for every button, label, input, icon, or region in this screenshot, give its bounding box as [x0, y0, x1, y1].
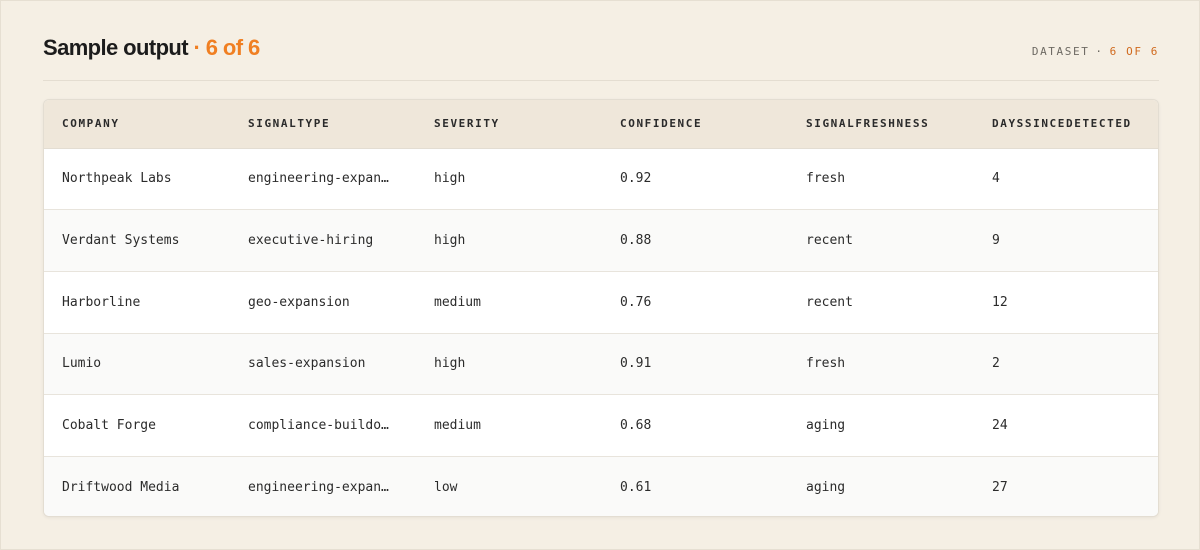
cell-signalfreshness: recent: [806, 294, 853, 310]
cell-dayssincedetected: 12: [992, 294, 1008, 310]
column-header-company: COMPANY: [62, 117, 120, 131]
cell-company: Verdant Systems: [62, 233, 180, 249]
cell-confidence: 0.91: [620, 356, 652, 372]
cell-severity: low: [434, 480, 458, 496]
cell-company: Northpeak Labs: [62, 171, 172, 187]
column-header-confidence: CONFIDENCE: [620, 117, 703, 131]
cell-signaltype: engineering-expan…: [248, 480, 389, 496]
cell-dayssincedetected: 4: [992, 171, 1000, 187]
table-row: Verdant Systems executive-hiring high 0.…: [44, 209, 1158, 272]
cell-signalfreshness: fresh: [806, 356, 846, 372]
cell-company: Driftwood Media: [62, 480, 180, 496]
table-row: Driftwood Media engineering-expan… low 0…: [44, 456, 1158, 516]
title-text: Sample output: [43, 35, 189, 60]
cell-severity: medium: [434, 294, 481, 310]
table-row: Lumio sales-expansion high 0.91 fresh 2: [44, 333, 1158, 395]
cell-confidence: 0.92: [620, 171, 652, 187]
data-table-card: COMPANY SIGNALTYPE SEVERITY CONFIDENCE S…: [43, 99, 1159, 517]
cell-signalfreshness: recent: [806, 233, 853, 249]
title-count: 6 of 6: [205, 35, 260, 60]
cell-dayssincedetected: 27: [992, 480, 1008, 496]
cell-company: Harborline: [62, 294, 141, 310]
cell-severity: high: [434, 171, 466, 187]
column-header-signalfreshness: SIGNALFRESHNESS: [806, 117, 930, 131]
cell-signaltype: compliance-buildo…: [248, 418, 389, 434]
cell-signaltype: engineering-expan…: [248, 171, 389, 187]
dataset-tag: DATASET · 6 OF 6: [1032, 45, 1159, 58]
cell-confidence: 0.61: [620, 480, 652, 496]
cell-signaltype: geo-expansion: [248, 294, 350, 310]
dataset-tag-count: 6 OF 6: [1109, 45, 1159, 58]
column-header-dayssincedetected: DAYSSINCEDETECTED: [992, 117, 1132, 131]
dataset-tag-label: DATASET: [1031, 45, 1090, 58]
cell-signaltype: executive-hiring: [248, 233, 374, 249]
cell-dayssincedetected: 24: [992, 418, 1008, 434]
table-row: Northpeak Labs engineering-expan… high 0…: [44, 148, 1158, 210]
cell-company: Cobalt Forge: [62, 418, 156, 434]
table-header-row: COMPANY SIGNALTYPE SEVERITY CONFIDENCE S…: [44, 100, 1158, 148]
data-table: COMPANY SIGNALTYPE SEVERITY CONFIDENCE S…: [44, 100, 1158, 516]
cell-dayssincedetected: 2: [992, 356, 1000, 372]
page-frame: Sample output · 6 of 6 DATASET · 6 OF 6 CO…: [0, 0, 1200, 550]
cell-signalfreshness: fresh: [806, 171, 846, 187]
cell-severity: high: [434, 233, 466, 249]
column-header-severity: SEVERITY: [434, 117, 500, 131]
table-row: Harborline geo-expansion medium 0.76 rec…: [44, 271, 1158, 333]
cell-signalfreshness: aging: [806, 480, 846, 496]
dataset-tag-separator: ·: [1095, 45, 1104, 58]
cell-signaltype: sales-expansion: [248, 356, 366, 372]
cell-confidence: 0.68: [620, 418, 652, 434]
cell-dayssincedetected: 9: [992, 233, 1000, 249]
cell-confidence: 0.76: [620, 294, 652, 310]
title-separator: ·: [193, 35, 201, 60]
cell-severity: high: [434, 356, 466, 372]
header: Sample output · 6 of 6 DATASET · 6 OF 6: [43, 35, 1159, 81]
table-row: Cobalt Forge compliance-buildo… medium 0…: [44, 394, 1158, 457]
column-header-signaltype: SIGNALTYPE: [248, 117, 331, 131]
cell-signalfreshness: aging: [806, 418, 846, 434]
page-title: Sample output · 6 of 6: [43, 35, 260, 61]
cell-company: Lumio: [62, 356, 102, 372]
cell-severity: medium: [434, 418, 481, 434]
cell-confidence: 0.88: [620, 233, 652, 249]
